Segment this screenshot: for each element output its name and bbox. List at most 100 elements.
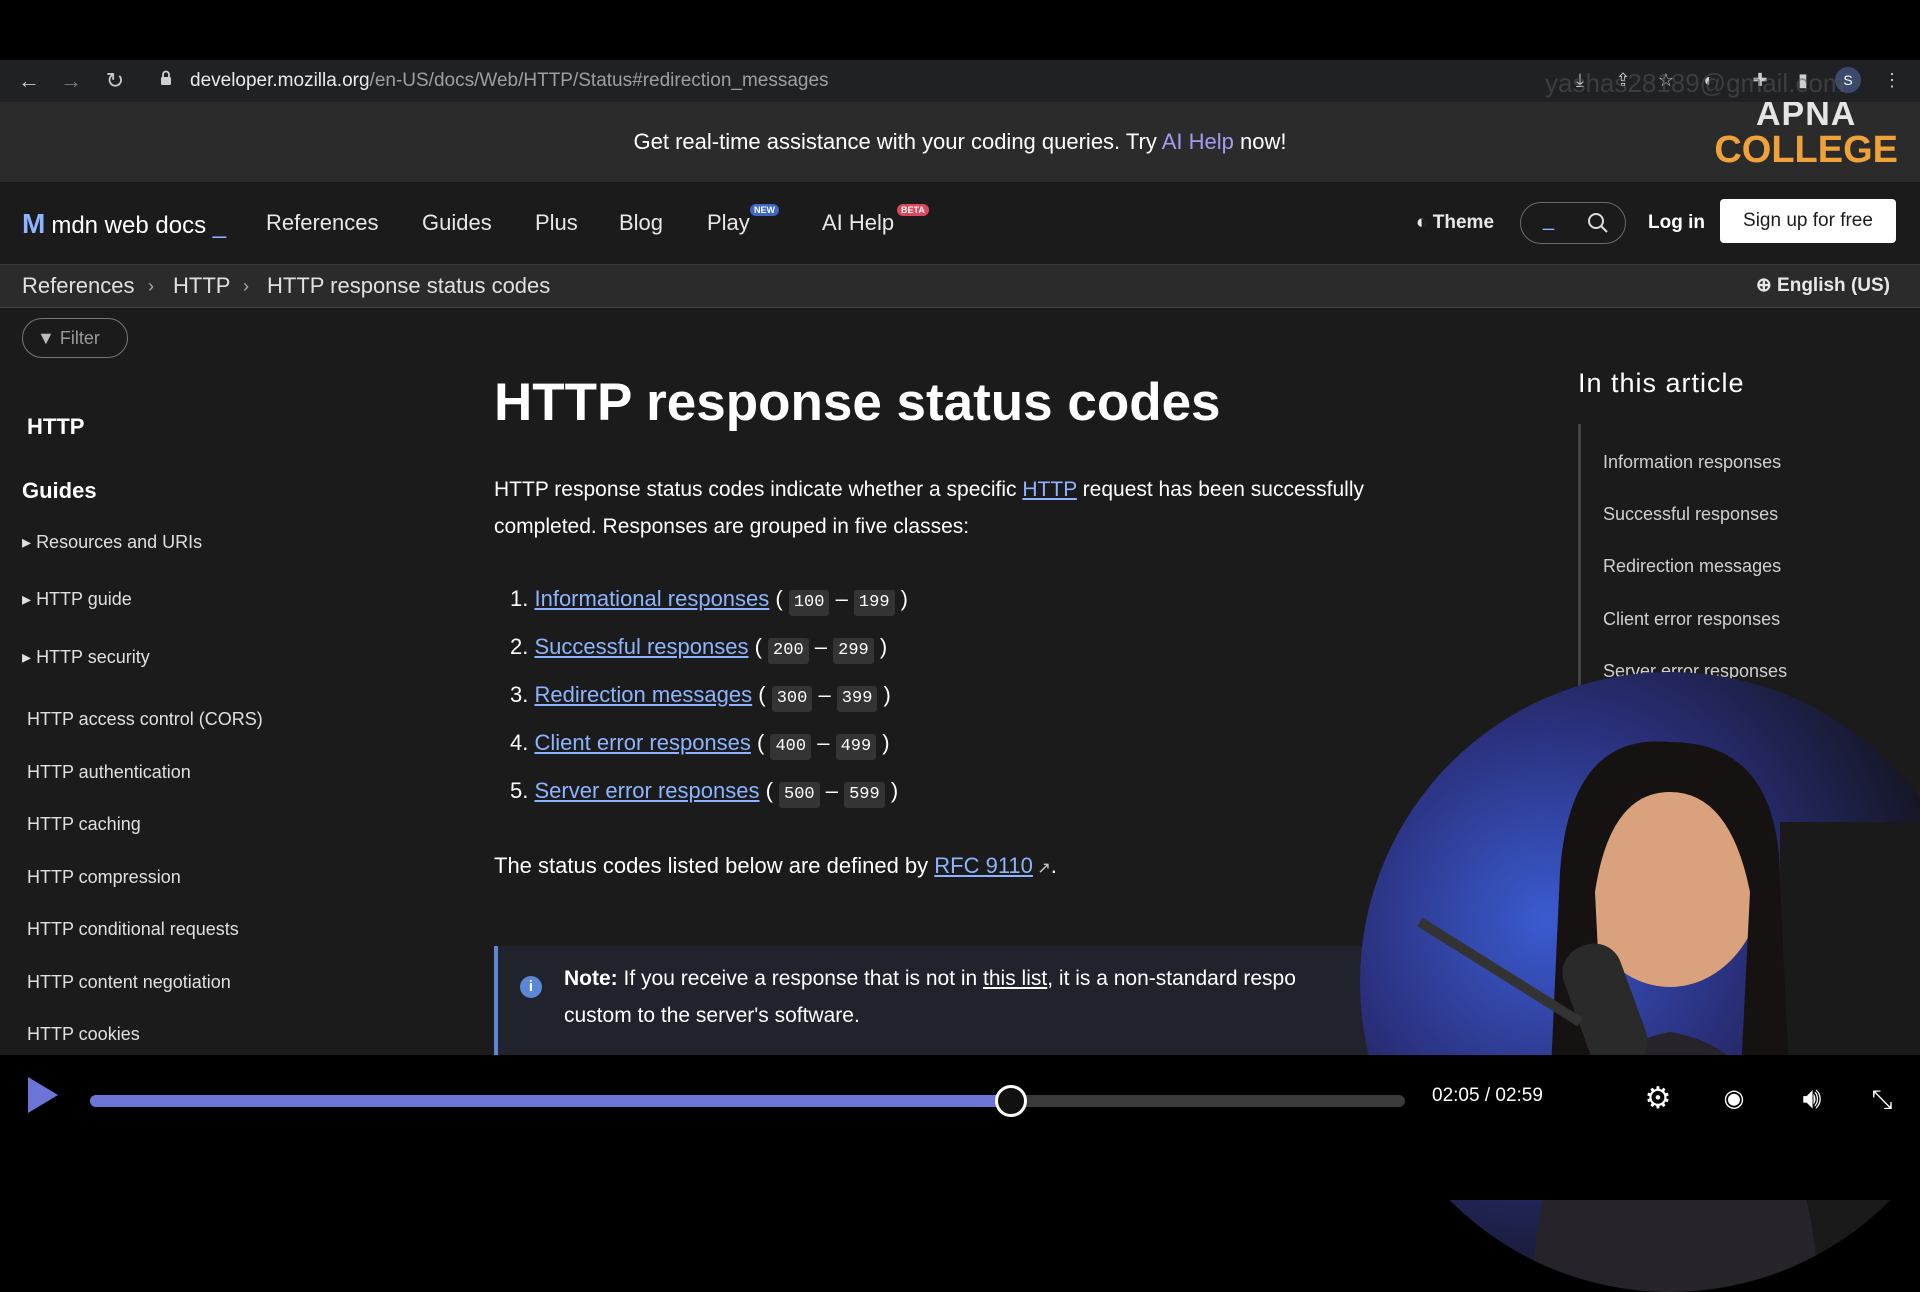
sidebar-item-conditional[interactable]: HTTP conditional requests bbox=[27, 919, 239, 940]
info-icon: i bbox=[520, 976, 542, 998]
toc-title: In this article bbox=[1578, 368, 1745, 398]
breadcrumb-http[interactable]: HTTP bbox=[173, 265, 230, 307]
code-from: 500 bbox=[779, 782, 820, 808]
exit-fullscreen-icon[interactable]: ⤡ bbox=[1862, 1079, 1902, 1119]
search-button[interactable]: _ bbox=[1520, 202, 1626, 244]
breadcrumb-current: HTTP response status codes bbox=[267, 273, 551, 298]
sidebar-section-http[interactable]: HTTP bbox=[27, 414, 84, 440]
lock-icon bbox=[161, 70, 171, 85]
login-link[interactable]: Log in bbox=[1648, 212, 1705, 234]
sidebar-item-label: HTTP security bbox=[36, 647, 150, 667]
external-link-icon: ↗ bbox=[1032, 860, 1051, 877]
status-classes-list: 1. Informational responses ( 100 – 199 )… bbox=[510, 575, 1434, 815]
mdn-m-icon: M bbox=[22, 208, 46, 239]
code-from: 100 bbox=[788, 590, 830, 616]
class-link[interactable]: Informational responses bbox=[534, 586, 769, 611]
sidebar-filter-button[interactable]: ▼ Filter bbox=[22, 318, 128, 358]
sidebar-item-content-negotiation[interactable]: HTTP content negotiation bbox=[27, 972, 231, 993]
http-link[interactable]: HTTP bbox=[1022, 478, 1076, 501]
nav-play[interactable]: Play bbox=[707, 210, 750, 236]
toc-item[interactable]: Client error responses bbox=[1603, 609, 1780, 630]
table-of-contents: In this article Information responses Su… bbox=[1578, 368, 1787, 944]
site-header: Mmdn web docs _ References Guides Plus B… bbox=[0, 182, 1920, 265]
filter-icon: ▼ bbox=[37, 328, 55, 348]
search-cursor: _ bbox=[1543, 209, 1555, 231]
sidebar-item-http-guide[interactable]: ▸ HTTP guide bbox=[22, 589, 132, 610]
signup-button[interactable]: Sign up for free bbox=[1720, 199, 1896, 243]
list-number: 5. bbox=[510, 778, 529, 803]
chevron-right-icon: › bbox=[243, 276, 249, 296]
language-switcher[interactable]: ⊕ English (US) bbox=[1756, 265, 1890, 307]
class-link[interactable]: Client error responses bbox=[534, 730, 750, 755]
class-link[interactable]: Server error responses bbox=[534, 778, 759, 803]
defined-text: The status codes listed below are define… bbox=[494, 853, 935, 878]
volume-icon[interactable]: 🔊︎ bbox=[1792, 1079, 1832, 1119]
class-link[interactable]: Redirection messages bbox=[534, 682, 752, 707]
globe-icon: ⊕ bbox=[1755, 275, 1772, 296]
forward-icon[interactable]: → bbox=[56, 66, 86, 96]
settings-gear-icon[interactable]: ⚙ bbox=[1638, 1079, 1678, 1119]
code-to: 499 bbox=[835, 734, 877, 760]
video-controls: 02:05 / 02:59 ⚙ ◉ 🔊︎ ⤡ bbox=[0, 1055, 1920, 1200]
progress-handle[interactable] bbox=[994, 1085, 1027, 1117]
sidebar-item-label: Resources and URIs bbox=[36, 532, 203, 552]
progress-fill bbox=[90, 1095, 1008, 1107]
class-link[interactable]: Successful responses bbox=[534, 634, 748, 659]
list-number: 4. bbox=[510, 730, 529, 755]
cursor-icon: _ bbox=[206, 212, 227, 239]
new-badge: NEW bbox=[750, 204, 779, 216]
address-bar[interactable]: developer.mozilla.org/en-US/docs/Web/HTT… bbox=[190, 65, 1570, 97]
note-label: Note: bbox=[564, 967, 618, 990]
toggle-icon[interactable]: ◉ bbox=[1714, 1079, 1754, 1119]
sidebar-item-cors[interactable]: HTTP access control (CORS) bbox=[27, 709, 263, 730]
intro-paragraph: HTTP response status codes indicate whet… bbox=[494, 471, 1434, 545]
sidebar-item-compression[interactable]: HTTP compression bbox=[27, 867, 181, 888]
progress-slider[interactable] bbox=[90, 1085, 1405, 1117]
triangle-right-icon: ▸ bbox=[22, 589, 32, 609]
defined-by-paragraph: The status codes listed below are define… bbox=[494, 847, 1434, 887]
sidebar-item-caching[interactable]: HTTP caching bbox=[27, 814, 141, 835]
code-from: 400 bbox=[770, 734, 812, 760]
back-icon[interactable]: ← bbox=[14, 66, 44, 96]
note-text-before: If you receive a response that is not in bbox=[617, 967, 984, 990]
rfc-link[interactable]: RFC 9110 bbox=[934, 853, 1033, 878]
this-list-link[interactable]: this list bbox=[983, 967, 1047, 990]
breadcrumb-references[interactable]: References bbox=[22, 265, 135, 307]
email-watermark: yashas28189@gmail.com bbox=[1545, 68, 1845, 98]
code-from: 300 bbox=[771, 686, 813, 712]
nav-guides[interactable]: Guides bbox=[422, 210, 492, 236]
code-from: 200 bbox=[768, 638, 809, 664]
note-line2: custom to the server's software. bbox=[564, 1004, 860, 1027]
list-number: 2. bbox=[510, 634, 529, 659]
play-icon[interactable] bbox=[28, 1077, 58, 1113]
sidebar-item-cookies[interactable]: HTTP cookies bbox=[27, 1024, 140, 1045]
banner-ai-help-link[interactable]: AI Help bbox=[1162, 129, 1234, 154]
banner-text-after: now! bbox=[1233, 129, 1287, 154]
sidebar-item-label: HTTP guide bbox=[36, 589, 132, 609]
logo-line1: APNA bbox=[1755, 102, 1857, 133]
note-text: Note: If you receive a response that is … bbox=[564, 960, 1404, 1034]
nav-references[interactable]: References bbox=[266, 210, 379, 236]
triangle-right-icon: ▸ bbox=[22, 532, 32, 552]
logo-line2: COLLEGE bbox=[1714, 129, 1898, 171]
toc-item[interactable]: Information responses bbox=[1603, 452, 1781, 473]
list-item: 1. Informational responses ( 100 – 199 ) bbox=[510, 575, 1434, 623]
toc-item[interactable]: Redirection messages bbox=[1603, 556, 1781, 577]
nav-blog[interactable]: Blog bbox=[619, 210, 663, 236]
sidebar-item-http-security[interactable]: ▸ HTTP security bbox=[22, 647, 150, 668]
apna-college-logo: APNA COLLEGE bbox=[1714, 102, 1898, 171]
list-item: 4. Client error responses ( 400 – 499 ) bbox=[510, 719, 1434, 767]
theme-switcher[interactable]: ◐ Theme bbox=[1416, 212, 1494, 234]
search-icon bbox=[1588, 213, 1608, 233]
code-to: 399 bbox=[836, 686, 878, 712]
mdn-logo[interactable]: Mmdn web docs _ bbox=[22, 208, 226, 240]
page-title: HTTP response status codes bbox=[494, 373, 1221, 432]
menu-kebab-icon[interactable]: ⋮ bbox=[1880, 68, 1904, 92]
breadcrumb: References › HTTP › HTTP response status… bbox=[0, 265, 1920, 308]
sidebar-item-authentication[interactable]: HTTP authentication bbox=[27, 762, 191, 783]
nav-plus[interactable]: Plus bbox=[535, 210, 578, 236]
sidebar-item-resources[interactable]: ▸ Resources and URIs bbox=[22, 532, 202, 553]
toc-item[interactable]: Successful responses bbox=[1603, 504, 1778, 525]
nav-ai-help[interactable]: AI Help bbox=[822, 210, 894, 236]
reload-icon[interactable]: ↻ bbox=[100, 66, 130, 96]
